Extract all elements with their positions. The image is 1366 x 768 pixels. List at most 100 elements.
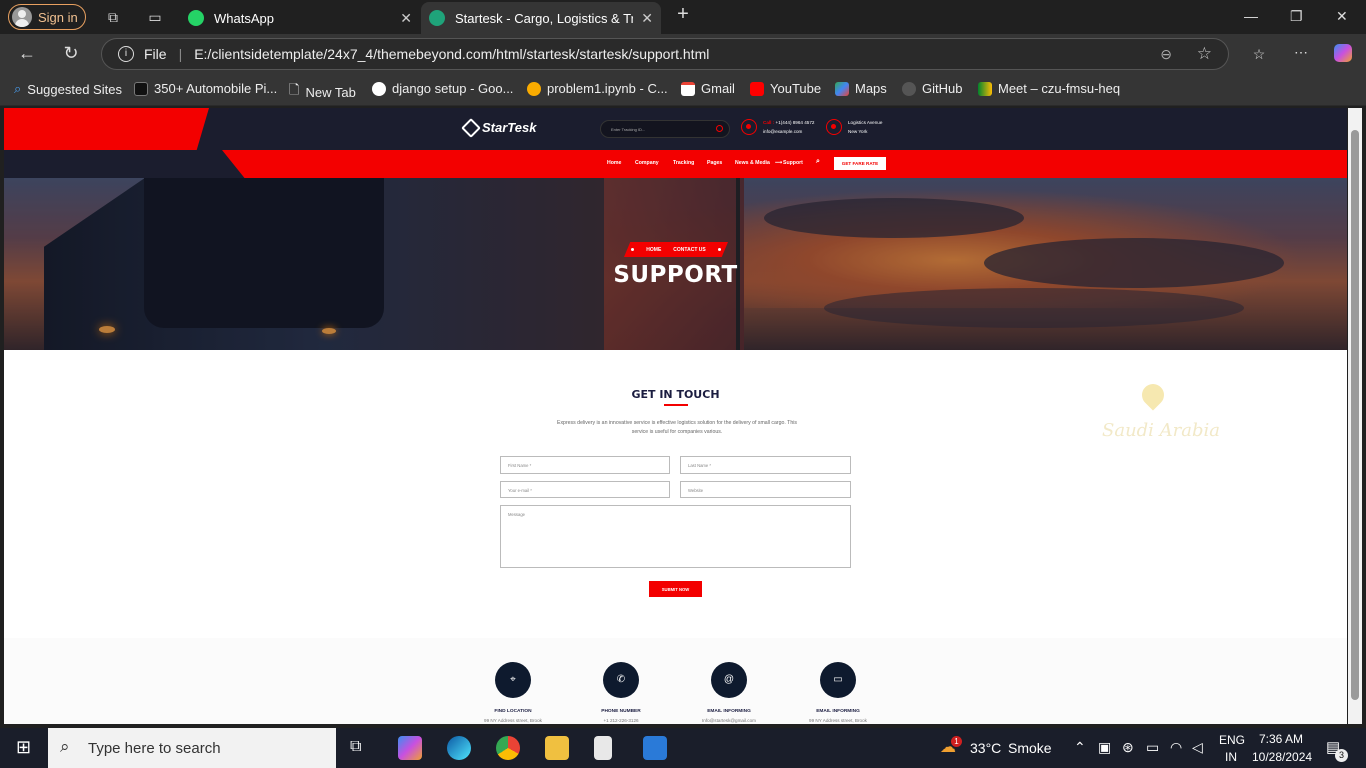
- site-header: StarTesk Enter Tracking ID... Call : +1(…: [4, 108, 1347, 178]
- info-icon[interactable]: i: [118, 46, 134, 62]
- nav-company[interactable]: Company: [635, 160, 659, 166]
- bookmark-meet[interactable]: Meet – czu-fmsu-heq: [978, 81, 1120, 96]
- tracking-search-input[interactable]: Enter Tracking ID...: [600, 120, 730, 138]
- bookmark-label: Maps: [855, 81, 887, 96]
- last-name-field[interactable]: Last Name *: [680, 456, 851, 474]
- close-window-icon[interactable]: ✕: [1336, 8, 1348, 25]
- task-view-icon[interactable]: ⧉: [350, 738, 361, 756]
- chevron-up-icon[interactable]: ⌃: [1074, 739, 1086, 756]
- first-name-field[interactable]: First Name *: [500, 456, 670, 474]
- browser-toolbar: ← ↻ i File | E:/clientsidetemplate/24x7_…: [0, 34, 1366, 74]
- mail-app-icon[interactable]: [643, 736, 667, 760]
- back-icon[interactable]: ←: [18, 44, 36, 62]
- message-textarea[interactable]: Message: [500, 505, 851, 568]
- bookmark-maps[interactable]: Maps: [835, 81, 887, 96]
- nav-home[interactable]: Home: [607, 160, 621, 166]
- nav-tracking[interactable]: Tracking: [673, 160, 694, 166]
- contact-info-row: ⌖ FIND LOCATION 99 NY Address street, Br…: [4, 638, 1347, 724]
- clock-time[interactable]: 7:36 AM: [1259, 732, 1303, 746]
- close-tab-icon[interactable]: ✕: [400, 10, 412, 27]
- language-bottom[interactable]: IN: [1225, 750, 1237, 764]
- restore-icon[interactable]: ❐: [1290, 8, 1303, 25]
- tab-startesk[interactable]: Startesk - Cargo, Logistics & Tran ✕: [421, 2, 661, 34]
- get-fare-rate-button[interactable]: GET FARE RATE: [834, 157, 886, 170]
- bookmark-youtube[interactable]: YouTube: [750, 81, 821, 96]
- language-top[interactable]: ENG: [1219, 733, 1245, 747]
- mailbox-icon: ▭: [820, 662, 856, 698]
- map-label: Saudi Arabia: [1102, 420, 1221, 441]
- whatsapp-icon: [188, 10, 204, 26]
- submit-button[interactable]: SUBMIT NOW: [649, 581, 702, 597]
- clock-date[interactable]: 10/28/2024: [1252, 750, 1312, 764]
- file-explorer-icon[interactable]: [545, 736, 569, 760]
- minimize-icon[interactable]: —: [1244, 8, 1258, 24]
- copilot-icon[interactable]: [1334, 44, 1352, 62]
- search-icon: ⌕: [14, 81, 22, 96]
- gmail-icon: [681, 81, 695, 96]
- url-text[interactable]: E:/clientsidetemplate/24x7_4/themebeyond…: [194, 46, 709, 62]
- network-globe-icon[interactable]: ⊛: [1122, 739, 1134, 756]
- page-scrollbar[interactable]: [1348, 108, 1362, 724]
- new-tab-icon[interactable]: +: [674, 4, 692, 24]
- bullet-icon: [631, 248, 635, 251]
- call-label: Call :: [763, 120, 775, 125]
- site-logo[interactable]: StarTesk: [461, 117, 536, 138]
- bookmark-new-tab[interactable]: 🗋 New Tab: [289, 81, 356, 103]
- address-divider: |: [178, 46, 183, 62]
- bookmark-django[interactable]: django setup - Goo...: [372, 81, 513, 96]
- nav-support[interactable]: Support: [783, 160, 803, 166]
- bookmark-github[interactable]: GitHub: [902, 81, 962, 96]
- favorites-icon[interactable]: ☆: [1250, 45, 1268, 63]
- sign-in-button[interactable]: Sign in: [8, 4, 86, 30]
- website-field[interactable]: Website: [680, 481, 851, 498]
- bookmark-automobile[interactable]: 350+ Automobile Pi...: [134, 81, 277, 96]
- more-menu-icon[interactable]: ⋯: [1292, 43, 1310, 61]
- info-value: Info@startesk@gmail.com: [701, 718, 756, 723]
- windows-start-icon[interactable]: ⊞: [16, 737, 31, 758]
- startesk-favicon-icon: [429, 10, 445, 26]
- refresh-icon[interactable]: ↻: [62, 44, 80, 62]
- nav-search-icon[interactable]: ⌕: [816, 158, 820, 166]
- email-field[interactable]: Your e-mail *: [500, 481, 670, 498]
- copilot-app-icon[interactable]: [398, 736, 422, 760]
- nav-pages[interactable]: Pages: [707, 160, 722, 166]
- tab-title: WhatsApp: [214, 10, 274, 26]
- wifi-icon[interactable]: ◠: [1170, 739, 1182, 756]
- bookmark-gmail[interactable]: Gmail: [681, 81, 735, 96]
- browser-tab-bar: Sign in ⧉ ▭ WhatsApp ✕ Startesk - Cargo,…: [0, 0, 1366, 34]
- section-title: GET IN TOUCH: [631, 388, 720, 401]
- tab-actions-icon[interactable]: ▭: [146, 8, 164, 26]
- weather-temp[interactable]: 33°C: [970, 740, 1001, 756]
- zoom-icon[interactable]: ⊖: [1160, 46, 1172, 63]
- profile-avatar-icon: [12, 7, 32, 27]
- taskbar-search-input[interactable]: ⌕ Type here to search: [48, 728, 336, 768]
- chrome-app-icon[interactable]: [496, 736, 520, 760]
- info-value: 99 NY Address street, Brook: [809, 718, 867, 723]
- address-bar[interactable]: i File | E:/clientsidetemplate/24x7_4/th…: [101, 38, 1229, 70]
- tray-app-icon[interactable]: ▣: [1098, 739, 1111, 756]
- search-icon[interactable]: [716, 125, 723, 132]
- breadcrumb-home[interactable]: HOME: [646, 247, 661, 253]
- header-email: info@example.com: [763, 129, 803, 134]
- bullet-icon: [717, 248, 721, 251]
- search-placeholder: Type here to search: [88, 739, 221, 757]
- bookmark-colab[interactable]: problem1.ipynb - C...: [527, 81, 668, 96]
- info-label: FIND LOCATION: [494, 709, 532, 714]
- workspaces-icon[interactable]: ⧉: [104, 8, 122, 26]
- scrollbar-thumb[interactable]: [1351, 130, 1359, 700]
- google-icon: [372, 81, 386, 96]
- weather-text[interactable]: Smoke: [1008, 740, 1052, 756]
- nav-news-media[interactable]: News & Media: [735, 160, 770, 166]
- notepad-icon[interactable]: [594, 736, 612, 760]
- edge-app-icon[interactable]: [447, 736, 471, 760]
- bookmark-label: Suggested Sites: [27, 81, 122, 97]
- bookmark-suggested-sites[interactable]: ⌕ Suggested Sites: [14, 81, 122, 97]
- volume-icon[interactable]: ◁: [1192, 739, 1203, 756]
- search-icon: ⌕: [60, 737, 70, 756]
- bookmark-label: New Tab: [305, 84, 356, 100]
- close-tab-icon[interactable]: ✕: [641, 10, 653, 27]
- submit-label: SUBMIT NOW: [661, 586, 690, 592]
- favorite-star-icon[interactable]: ☆: [1197, 44, 1212, 64]
- tab-whatsapp[interactable]: WhatsApp ✕: [182, 2, 420, 34]
- battery-icon[interactable]: ▭: [1146, 739, 1159, 756]
